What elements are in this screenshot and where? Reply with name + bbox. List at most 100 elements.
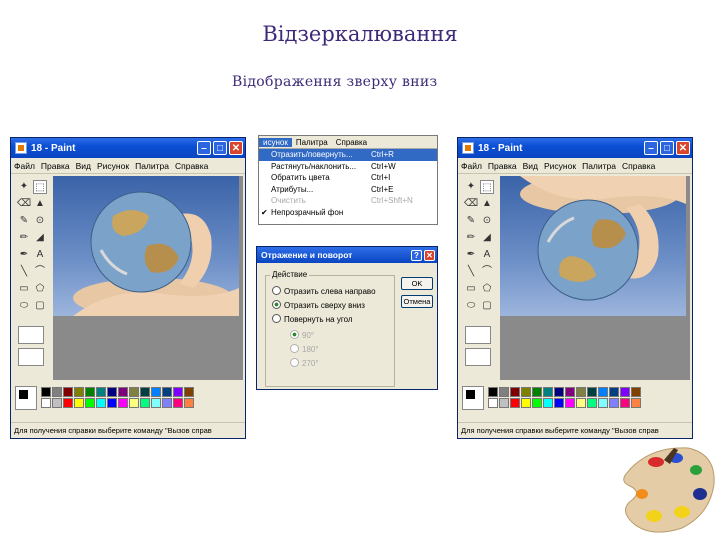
- palette-swatch[interactable]: [74, 398, 84, 408]
- brush-icon[interactable]: ◢: [480, 231, 494, 245]
- minimize-button[interactable]: –: [644, 141, 658, 155]
- radio-angle-270[interactable]: 270°: [290, 358, 319, 368]
- cancel-button[interactable]: Отмена: [401, 295, 433, 308]
- palette-swatch[interactable]: [118, 387, 128, 397]
- fill-icon[interactable]: ▲: [480, 197, 494, 211]
- palette-swatch[interactable]: [41, 387, 51, 397]
- brush-icon[interactable]: ◢: [33, 231, 47, 245]
- image-canvas[interactable]: [53, 176, 239, 316]
- free-select-icon[interactable]: ✦: [17, 180, 31, 194]
- line-icon[interactable]: ╲: [17, 265, 31, 279]
- tool-option-box[interactable]: [465, 326, 491, 344]
- palette-swatch[interactable]: [521, 398, 531, 408]
- palette-swatch[interactable]: [532, 387, 542, 397]
- select-icon[interactable]: ⬚: [33, 180, 47, 194]
- tool-option-box[interactable]: [18, 348, 44, 366]
- palette-swatch[interactable]: [631, 387, 641, 397]
- radio-angle-90[interactable]: 90°: [290, 330, 314, 340]
- palette-swatch[interactable]: [598, 398, 608, 408]
- palette-swatch[interactable]: [510, 387, 520, 397]
- airbrush-icon[interactable]: ✒: [17, 248, 31, 262]
- radio-flip-horizontal[interactable]: Отразить слева направо: [272, 286, 376, 296]
- airbrush-icon[interactable]: ✒: [464, 248, 478, 262]
- tool-option-box[interactable]: [465, 348, 491, 366]
- palette-swatch[interactable]: [543, 387, 553, 397]
- palette-swatch[interactable]: [41, 398, 51, 408]
- curve-icon[interactable]: ⌒: [33, 265, 47, 279]
- pencil-icon[interactable]: ✏: [17, 231, 31, 245]
- palette-swatch[interactable]: [499, 387, 509, 397]
- tool-option-box[interactable]: [18, 326, 44, 344]
- menu-item-attributes[interactable]: Атрибуты... Ctrl+E: [259, 184, 437, 196]
- palette-swatch[interactable]: [609, 398, 619, 408]
- fill-icon[interactable]: ▲: [33, 197, 47, 211]
- palette-swatch[interactable]: [598, 387, 608, 397]
- text-icon[interactable]: A: [33, 248, 47, 262]
- palette-swatch[interactable]: [554, 387, 564, 397]
- palette-swatch[interactable]: [63, 398, 73, 408]
- palette-swatch[interactable]: [74, 387, 84, 397]
- dialog-title-bar[interactable]: Отражение и поворот ? ✕: [257, 247, 437, 263]
- rectangle-icon[interactable]: ▭: [464, 282, 478, 296]
- rounded-rect-icon[interactable]: ▢: [33, 299, 47, 313]
- palette-swatch[interactable]: [173, 398, 183, 408]
- palette-swatch[interactable]: [151, 387, 161, 397]
- ok-button[interactable]: OK: [401, 277, 433, 290]
- curve-icon[interactable]: ⌒: [480, 265, 494, 279]
- polygon-icon[interactable]: ⬠: [480, 282, 494, 296]
- palette-swatch[interactable]: [151, 398, 161, 408]
- ellipse-icon[interactable]: ⬭: [17, 299, 31, 313]
- menu-view[interactable]: Вид: [73, 161, 94, 171]
- magnifier-icon[interactable]: ⊙: [480, 214, 494, 228]
- pencil-icon[interactable]: ✏: [464, 231, 478, 245]
- menu-view[interactable]: Вид: [520, 161, 541, 171]
- palette-swatch[interactable]: [63, 387, 73, 397]
- dialog-close-button[interactable]: ✕: [424, 249, 435, 261]
- menu-colors[interactable]: Палитра: [579, 161, 619, 171]
- menu-image[interactable]: Рисунок: [541, 161, 579, 171]
- menu-item-invert-colors[interactable]: Обратить цвета Ctrl+I: [259, 172, 437, 184]
- radio-flip-vertical[interactable]: Отразить сверху вниз: [272, 300, 365, 310]
- palette-swatch[interactable]: [521, 387, 531, 397]
- color-picker-icon[interactable]: ✎: [17, 214, 31, 228]
- eraser-icon[interactable]: ⌫: [17, 197, 31, 211]
- palette-swatch[interactable]: [620, 387, 630, 397]
- palette-swatch[interactable]: [576, 387, 586, 397]
- text-icon[interactable]: A: [480, 248, 494, 262]
- palette-swatch[interactable]: [532, 398, 542, 408]
- title-bar[interactable]: 18 - Paint – □ ✕: [458, 138, 692, 158]
- palette-swatch[interactable]: [576, 398, 586, 408]
- palette-swatch[interactable]: [184, 398, 194, 408]
- palette-swatch[interactable]: [587, 387, 597, 397]
- palette-swatch[interactable]: [52, 398, 62, 408]
- menu-help[interactable]: Справка: [172, 161, 211, 171]
- select-icon[interactable]: ⬚: [480, 180, 494, 194]
- current-colors[interactable]: [15, 386, 37, 410]
- palette-swatch[interactable]: [96, 387, 106, 397]
- menu-help[interactable]: Справка: [619, 161, 658, 171]
- palette-swatch[interactable]: [543, 398, 553, 408]
- menu-edit[interactable]: Правка: [38, 161, 73, 171]
- close-button[interactable]: ✕: [229, 141, 243, 155]
- image-canvas[interactable]: [500, 176, 686, 316]
- magnifier-icon[interactable]: ⊙: [33, 214, 47, 228]
- current-colors[interactable]: [462, 386, 484, 410]
- palette-swatch[interactable]: [85, 387, 95, 397]
- menu-file[interactable]: Файл: [458, 161, 485, 171]
- palette-swatch[interactable]: [620, 398, 630, 408]
- menu-item-opaque-background[interactable]: ✔ Непрозрачный фон: [259, 207, 437, 219]
- help-button[interactable]: ?: [411, 249, 422, 261]
- palette-swatch[interactable]: [140, 387, 150, 397]
- palette-swatch[interactable]: [510, 398, 520, 408]
- palette-swatch[interactable]: [173, 387, 183, 397]
- ellipse-icon[interactable]: ⬭: [464, 299, 478, 313]
- menu-file[interactable]: Файл: [11, 161, 38, 171]
- maximize-button[interactable]: □: [213, 141, 227, 155]
- palette-swatch[interactable]: [162, 398, 172, 408]
- palette-swatch[interactable]: [184, 387, 194, 397]
- color-picker-icon[interactable]: ✎: [464, 214, 478, 228]
- rectangle-icon[interactable]: ▭: [17, 282, 31, 296]
- palette-swatch[interactable]: [129, 398, 139, 408]
- close-button[interactable]: ✕: [676, 141, 690, 155]
- palette-swatch[interactable]: [488, 398, 498, 408]
